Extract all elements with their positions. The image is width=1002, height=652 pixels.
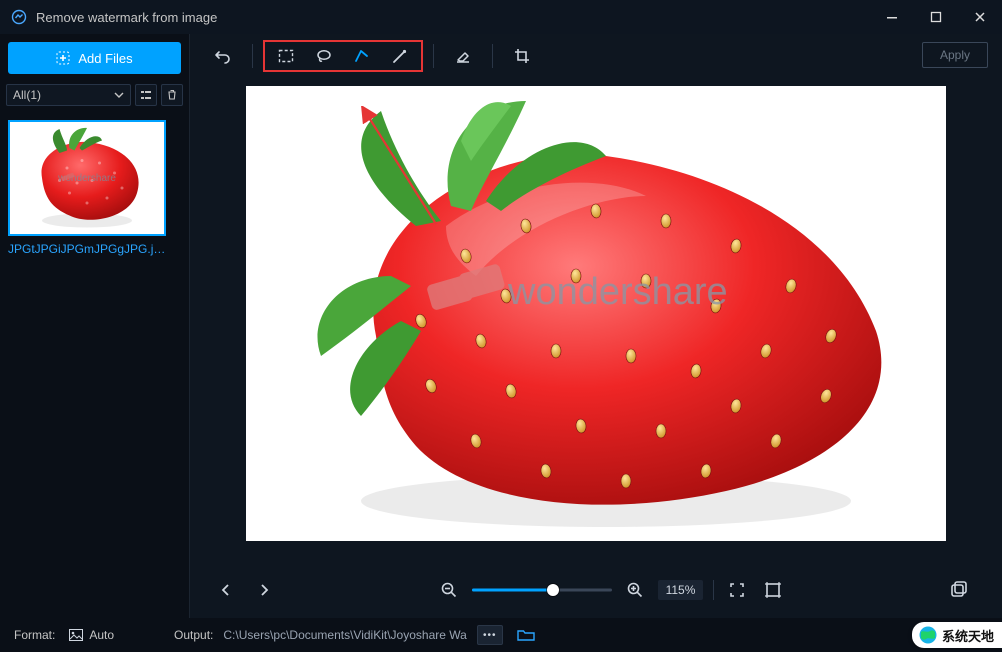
canvas-image: wondershare xyxy=(246,86,946,541)
open-output-folder-button[interactable] xyxy=(513,625,539,645)
zoom-in-icon xyxy=(626,581,644,599)
undo-icon xyxy=(214,47,232,65)
thumbnail-image: wondershare xyxy=(12,123,162,233)
titlebar: Remove watermark from image xyxy=(0,0,1002,34)
rectangle-select-icon xyxy=(277,47,295,65)
divider xyxy=(252,44,253,68)
eraser-button[interactable] xyxy=(444,42,482,70)
lasso-select-button[interactable] xyxy=(305,42,343,70)
apply-button[interactable]: Apply xyxy=(922,42,988,68)
close-button[interactable] xyxy=(958,0,1002,34)
plus-icon xyxy=(56,51,70,65)
eraser-icon xyxy=(454,47,472,65)
trash-icon xyxy=(166,89,178,101)
brush-icon xyxy=(391,47,409,65)
annotation-arrow xyxy=(358,106,458,236)
browse-output-button[interactable]: ••• xyxy=(477,625,503,645)
polygon-select-icon xyxy=(353,47,371,65)
brush-select-button[interactable] xyxy=(381,42,419,70)
chevron-down-icon xyxy=(114,90,124,100)
image-canvas[interactable]: wondershare xyxy=(246,86,946,541)
watermark-text: wondershare xyxy=(507,271,728,313)
actual-size-button[interactable] xyxy=(760,577,786,603)
next-image-button[interactable] xyxy=(252,578,276,602)
sidebar: Add Files All(1) xyxy=(0,34,190,618)
list-view-button[interactable] xyxy=(135,84,157,106)
output-label: Output: xyxy=(174,628,213,642)
actual-size-icon xyxy=(764,581,782,599)
crop-button[interactable] xyxy=(503,42,541,70)
chevron-right-icon xyxy=(257,583,271,597)
add-files-button[interactable]: Add Files xyxy=(8,42,181,74)
zoom-slider[interactable] xyxy=(472,580,612,600)
undo-button[interactable] xyxy=(204,42,242,70)
divider xyxy=(433,44,434,68)
filter-row: All(1) xyxy=(0,82,189,112)
chevron-left-icon xyxy=(219,583,233,597)
footer: Format: Auto Output: C:\Users\pc\Documen… xyxy=(0,618,1002,652)
crop-icon xyxy=(513,47,531,65)
thumbnail-list: wondershare JPGtJPGiJPGmJPGgJPG.jpg xyxy=(0,112,189,264)
zoom-in-button[interactable] xyxy=(622,577,648,603)
filter-label: All(1) xyxy=(13,88,41,102)
list-icon xyxy=(140,89,152,101)
output-path: C:\Users\pc\Documents\VidiKit\Joyoshare … xyxy=(223,628,466,642)
canvas-area: wondershare xyxy=(190,78,1002,562)
zoom-controls: 115% xyxy=(436,577,787,603)
selection-tools-highlight xyxy=(263,40,423,72)
rectangle-select-button[interactable] xyxy=(267,42,305,70)
image-icon xyxy=(69,629,83,641)
window-controls xyxy=(870,0,1002,34)
polygon-select-button[interactable] xyxy=(343,42,381,70)
zoom-out-icon xyxy=(440,581,458,599)
lasso-icon xyxy=(315,47,333,65)
viewer-bar: 115% xyxy=(190,562,1002,618)
maximize-button[interactable] xyxy=(914,0,958,34)
format-value: Auto xyxy=(89,628,114,642)
editor-area: Apply xyxy=(190,34,1002,618)
ellipsis-icon: ••• xyxy=(483,630,497,641)
compare-button[interactable] xyxy=(946,577,972,603)
thumbnail-item[interactable]: wondershare xyxy=(8,120,166,236)
main-area: Add Files All(1) xyxy=(0,34,1002,618)
divider xyxy=(713,580,714,600)
prev-image-button[interactable] xyxy=(214,578,238,602)
zoom-out-button[interactable] xyxy=(436,577,462,603)
app-icon xyxy=(10,8,28,26)
format-selector[interactable]: Auto xyxy=(69,628,114,642)
site-watermark-text: 系统天地 xyxy=(942,626,994,645)
thumbnail-filename: JPGtJPGiJPGmJPGgJPG.jpg xyxy=(8,242,166,256)
folder-icon xyxy=(517,628,535,642)
format-label: Format: xyxy=(14,628,55,642)
toolbar: Apply xyxy=(190,34,1002,78)
site-watermark-badge: 系统天地 xyxy=(912,622,1002,648)
clear-list-button[interactable] xyxy=(161,84,183,106)
compare-icon xyxy=(949,580,969,600)
window-title: Remove watermark from image xyxy=(36,10,217,25)
fit-screen-icon xyxy=(728,581,746,599)
filter-select[interactable]: All(1) xyxy=(6,84,131,106)
fit-screen-button[interactable] xyxy=(724,577,750,603)
minimize-button[interactable] xyxy=(870,0,914,34)
add-files-label: Add Files xyxy=(78,51,132,66)
zoom-percent: 115% xyxy=(658,580,704,600)
globe-icon xyxy=(918,625,938,645)
apply-label: Apply xyxy=(940,48,970,62)
divider xyxy=(492,44,493,68)
